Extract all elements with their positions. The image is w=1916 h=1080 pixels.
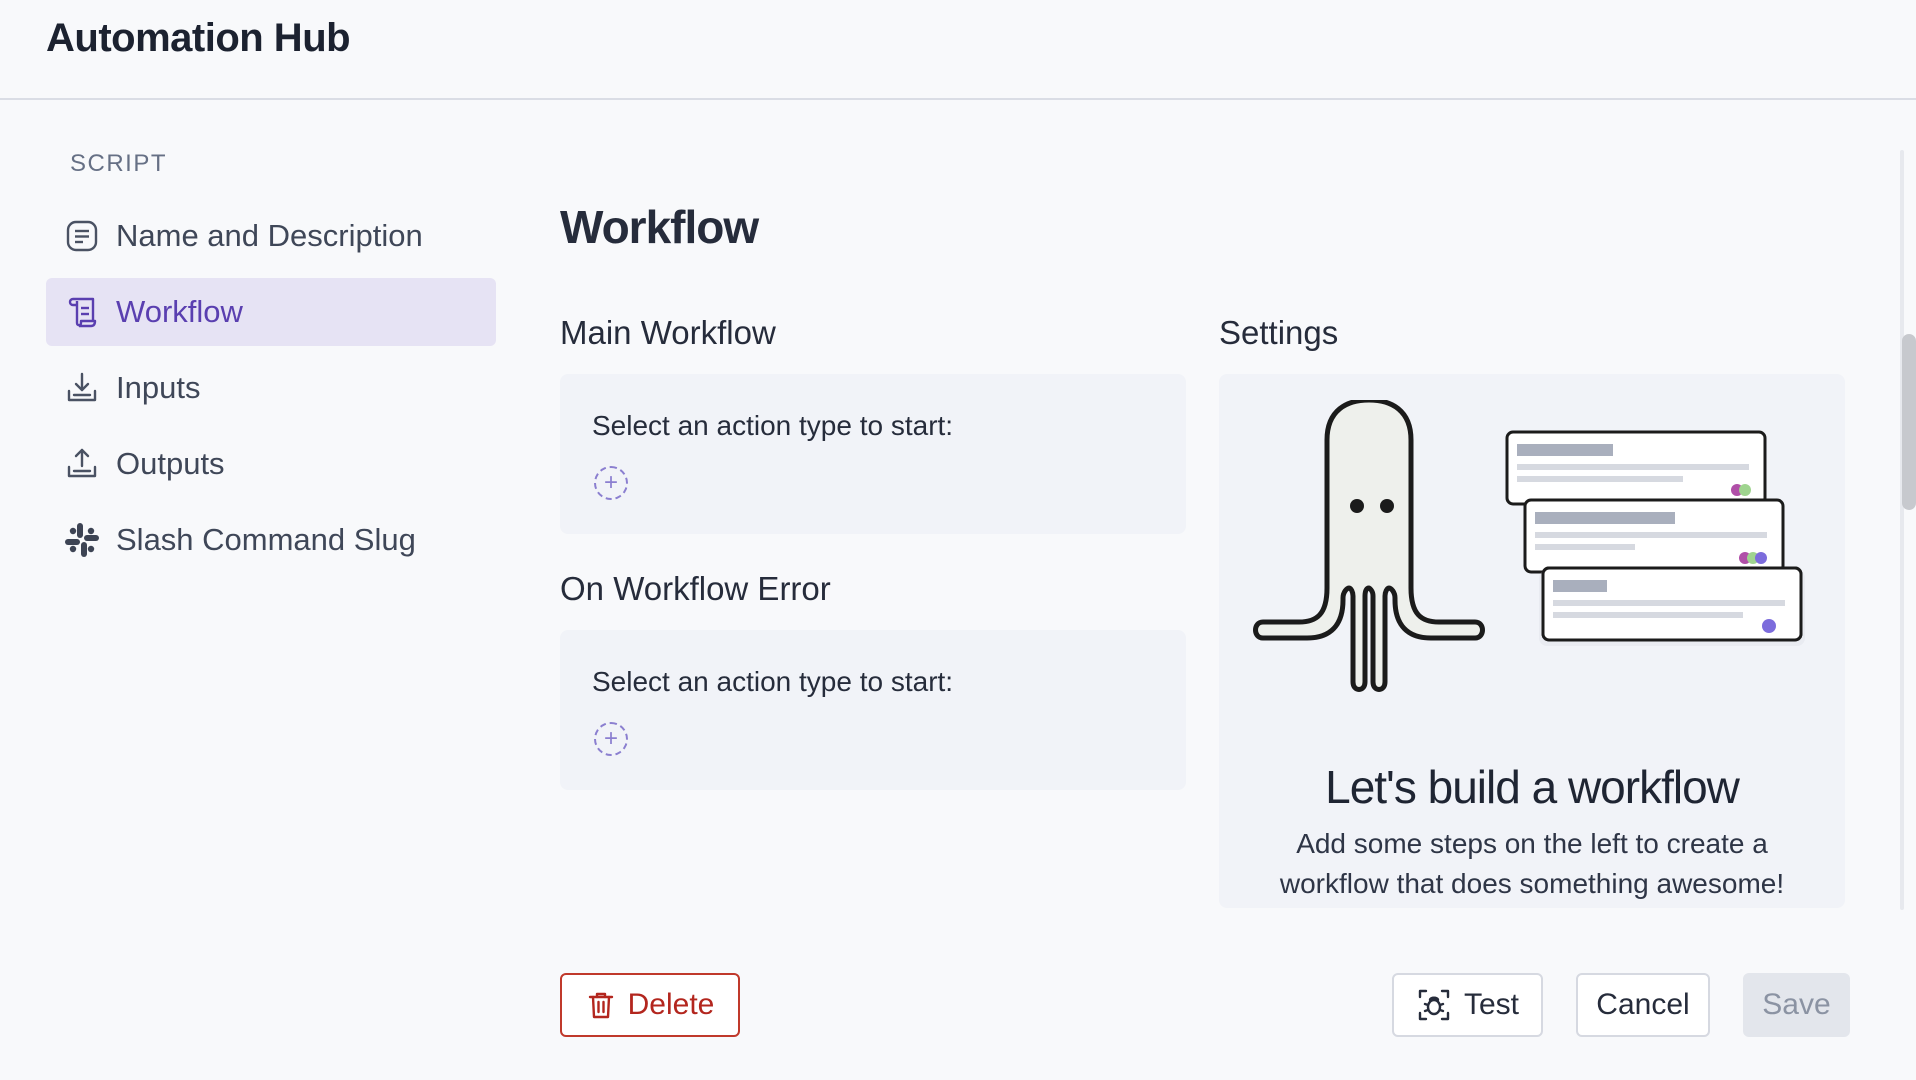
sidebar-item-label: Slash Command Slug (116, 522, 416, 557)
settings-title: Settings (1219, 314, 1339, 351)
save-label: Save (1762, 988, 1831, 1021)
on-error-prompt: Select an action type to start: (592, 666, 954, 697)
sidebar-item-inputs[interactable]: Inputs (46, 354, 496, 422)
settings-panel: Let's build a workflow Add some steps on… (1219, 374, 1845, 908)
sidebar-section-label: SCRIPT (70, 150, 168, 177)
scrollbar-thumb[interactable] (1902, 334, 1916, 510)
download-tray-icon (62, 368, 102, 408)
cancel-button[interactable]: Cancel (1576, 973, 1710, 1037)
upload-tray-icon (62, 444, 102, 484)
add-dashed-circle-icon[interactable]: + (594, 722, 628, 756)
page-title: Workflow (560, 201, 759, 253)
sidebar-item-outputs[interactable]: Outputs (46, 430, 496, 498)
test-label: Test (1463, 988, 1520, 1021)
empty-state-description: Add some steps on the left to create a w… (1279, 828, 1785, 899)
sidebar-item-workflow[interactable]: Workflow (46, 278, 496, 346)
sidebar-item-label: Inputs (116, 370, 201, 405)
main-workflow-prompt: Select an action type to start: (592, 410, 954, 441)
octopus-cards-illustration (1253, 400, 1805, 692)
empty-state-title: Let's build a workflow (1325, 761, 1740, 813)
delete-label: Delete (627, 988, 715, 1021)
scroll-icon (62, 292, 102, 332)
sidebar-item-name-and-description[interactable]: Name and Description (46, 202, 496, 270)
sidebar-item-slash-command-slug[interactable]: Slash Command Slug (46, 506, 496, 574)
delete-button[interactable]: Delete (560, 973, 740, 1037)
sidebar-item-label: Name and Description (116, 218, 423, 253)
main-workflow-title: Main Workflow (560, 314, 776, 351)
test-button[interactable]: Test (1392, 973, 1543, 1037)
add-dashed-circle-icon[interactable]: + (594, 466, 628, 500)
document-lines-icon (62, 216, 102, 256)
bug-icon (1416, 987, 1452, 1023)
on-error-panel: Select an action type to start: + (560, 630, 1186, 790)
slack-icon (62, 520, 102, 560)
sidebar-item-label: Outputs (116, 446, 225, 481)
save-button[interactable]: Save (1743, 973, 1850, 1037)
on-error-title: On Workflow Error (560, 570, 831, 607)
top-bar: Automation Hub (0, 0, 1916, 100)
app-title: Automation Hub (46, 16, 351, 60)
main-workflow-panel: Select an action type to start: + (560, 374, 1186, 534)
sidebar-item-label: Workflow (116, 294, 243, 329)
scrollbar-track[interactable] (1900, 150, 1904, 910)
cancel-label: Cancel (1596, 988, 1690, 1021)
sidebar-nav: SCRIPT Name and Description Workflow Inp… (46, 150, 496, 582)
trash-icon (586, 990, 616, 1020)
